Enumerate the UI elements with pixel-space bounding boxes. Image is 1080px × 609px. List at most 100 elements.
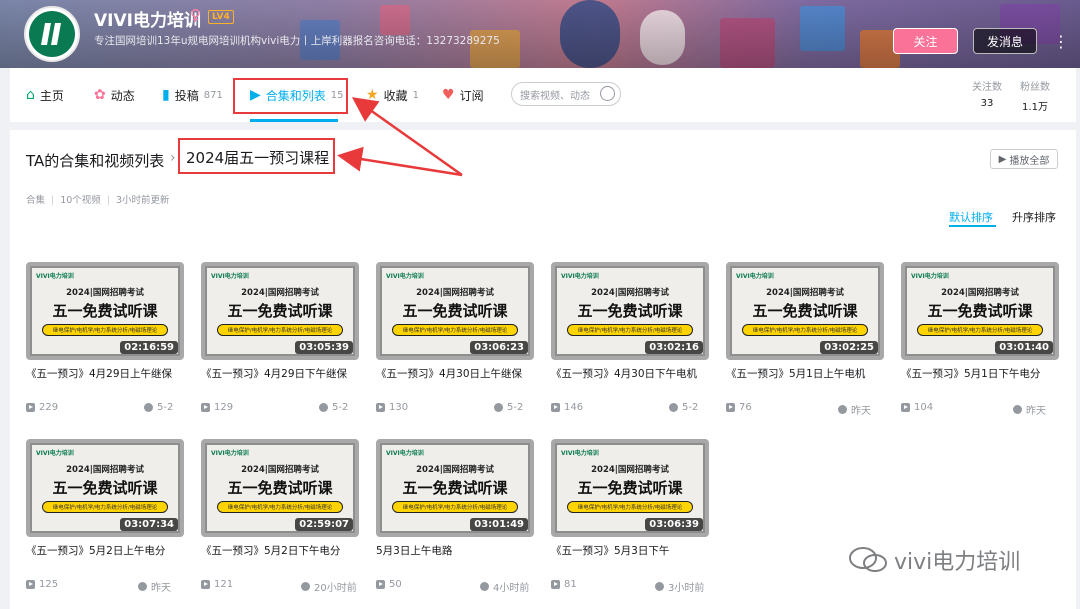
thumbnail-subjects: 继电保护/电机学/电力系统分析/电磁场理论 xyxy=(742,324,868,336)
video-title[interactable]: 《五一预习》5月3日下午 xyxy=(551,543,669,558)
video-thumbnail[interactable]: VIVI电力培训 2024|国网招聘考试 五一免费试听课 继电保护/电机学/电力… xyxy=(376,262,534,360)
send-message-button[interactable]: 发消息 xyxy=(973,28,1037,54)
video-play-count: 130 xyxy=(376,402,408,413)
clock-icon xyxy=(319,403,328,412)
video-date: 昨天 xyxy=(838,402,871,417)
clock-icon xyxy=(301,582,310,591)
video-title[interactable]: 《五一预习》4月29日上午继保 xyxy=(26,366,172,381)
search-placeholder: 搜索视频、动态 xyxy=(520,90,590,102)
thumbnail-subjects: 继电保护/电机学/电力系统分析/电磁场理论 xyxy=(42,501,168,513)
video-play-count: 229 xyxy=(26,402,58,413)
thumbnail-logo: VIVI电力培训 xyxy=(561,450,599,457)
video-thumbnail[interactable]: VIVI电力培训 2024|国网招聘考试 五一免费试听课 继电保护/电机学/电力… xyxy=(901,262,1059,360)
video-thumbnail[interactable]: VIVI电力培训 2024|国网招聘考试 五一免费试听课 继电保护/电机学/电力… xyxy=(26,439,184,537)
video-card[interactable]: VIVI电力培训 2024|国网招聘考试 五一免费试听课 继电保护/电机学/电力… xyxy=(201,262,359,413)
sort-default-button[interactable]: 默认排序 xyxy=(949,209,993,225)
video-title[interactable]: 《五一预习》4月29日下午继保 xyxy=(201,366,347,381)
more-options-icon[interactable]: ⋮ xyxy=(1050,28,1072,54)
video-duration: 03:05:39 xyxy=(295,341,353,354)
breadcrumb-root[interactable]: TA的合集和视频列表 xyxy=(26,150,164,171)
thumbnail-title: 五一免费试听课 xyxy=(402,479,508,497)
tab-label: 投稿 xyxy=(174,88,199,103)
video-title[interactable]: 《五一预习》5月1日上午电机 xyxy=(726,366,865,381)
thumbnail-logo: VIVI电力培训 xyxy=(911,273,949,280)
follow-button[interactable]: 关注 xyxy=(893,28,958,54)
tab-label: 收藏 xyxy=(383,88,408,103)
video-card[interactable]: VIVI电力培训 2024|国网招聘考试 五一免费试听课 继电保护/电机学/电力… xyxy=(201,439,359,594)
wechat-icon xyxy=(848,546,888,574)
video-card[interactable]: VIVI电力培训 2024|国网招聘考试 五一免费试听课 继电保护/电机学/电力… xyxy=(901,262,1059,417)
video-thumbnail[interactable]: VIVI电力培训 2024|国网招聘考试 五一免费试听课 继电保护/电机学/电力… xyxy=(201,439,359,537)
video-title[interactable]: 《五一预习》5月1日下午电分 xyxy=(901,366,1040,381)
search-icon[interactable] xyxy=(600,86,615,101)
following-stat[interactable]: 关注数 33 xyxy=(972,78,1002,109)
video-card[interactable]: VIVI电力培训 2024|国网招聘考试 五一免费试听课 继电保护/电机学/电力… xyxy=(376,262,534,413)
thumbnail-heading: 2024|国网招聘考试 xyxy=(416,288,494,298)
profile-nav: ⌂ 主页 ✿ 动态 ▮ 投稿 871 ▶ 合集和列表 15 ★ 收藏 1 ♥ 订… xyxy=(10,68,1076,122)
video-thumbnail[interactable]: VIVI电力培训 2024|国网招聘考试 五一免费试听课 继电保护/电机学/电力… xyxy=(26,262,184,360)
level-badge: LV4 xyxy=(208,10,234,24)
tab-home[interactable]: ⌂ 主页 xyxy=(26,68,64,122)
thumbnail-title: 五一免费试听课 xyxy=(52,479,158,497)
video-card[interactable]: VIVI电力培训 2024|国网招聘考试 五一免费试听课 继电保护/电机学/电力… xyxy=(551,439,709,594)
play-count-value: 130 xyxy=(389,402,409,413)
video-thumbnail[interactable]: VIVI电力培训 2024|国网招聘考试 五一免费试听课 继电保护/电机学/电力… xyxy=(726,262,884,360)
thumbnail-logo: VIVI电力培训 xyxy=(36,273,74,280)
play-count-icon xyxy=(376,403,385,412)
tab-favorites[interactable]: ★ 收藏 1 xyxy=(366,68,419,122)
tab-uploads[interactable]: ▮ 投稿 871 xyxy=(162,68,223,122)
video-title[interactable]: 《五一预习》5月2日下午电分 xyxy=(201,543,340,558)
play-count-icon xyxy=(26,403,35,412)
thumbnail-title: 五一免费试听课 xyxy=(227,302,333,320)
video-card[interactable]: VIVI电力培训 2024|国网招聘考试 五一免费试听课 继电保护/电机学/电力… xyxy=(26,439,184,594)
play-count-value: 50 xyxy=(389,579,402,590)
play-count-value: 129 xyxy=(214,402,234,413)
username[interactable]: VIVI电力培训 xyxy=(94,6,201,31)
tab-label: 主页 xyxy=(39,88,64,103)
video-card[interactable]: VIVI电力培训 2024|国网招聘考试 五一免费试听课 继电保护/电机学/电力… xyxy=(551,262,709,413)
video-date: 5-2 xyxy=(669,402,698,413)
avatar[interactable] xyxy=(24,6,80,62)
video-date: 3小时前 xyxy=(655,579,704,594)
video-title[interactable]: 《五一预习》5月2日上午电分 xyxy=(26,543,165,558)
video-date-value: 5-2 xyxy=(507,402,524,413)
thumbnail-subjects: 继电保护/电机学/电力系统分析/电磁场理论 xyxy=(217,501,343,513)
profile-banner: VIVI电力培训 ♀ LV4 专注国网培训13年u规电网培训机构vivi电力丨上… xyxy=(0,0,1080,68)
meta-type: 合集 xyxy=(26,195,46,206)
thumbnail-logo: VIVI电力培训 xyxy=(211,450,249,457)
video-thumbnail[interactable]: VIVI电力培训 2024|国网招聘考试 五一免费试听课 继电保护/电机学/电力… xyxy=(376,439,534,537)
video-thumbnail[interactable]: VIVI电力培训 2024|国网招聘考试 五一免费试听课 继电保护/电机学/电力… xyxy=(201,262,359,360)
thumbnail-logo: VIVI电力培训 xyxy=(736,273,774,280)
thumbnail-subjects: 继电保护/电机学/电力系统分析/电磁场理论 xyxy=(567,501,693,513)
thumbnail-subjects: 继电保护/电机学/电力系统分析/电磁场理论 xyxy=(567,324,693,336)
play-all-button[interactable]: ▶ 播放全部 xyxy=(990,149,1058,169)
followers-stat[interactable]: 粉丝数 1.1万 xyxy=(1020,78,1050,113)
tab-activity[interactable]: ✿ 动态 xyxy=(94,68,135,122)
video-card[interactable]: VIVI电力培训 2024|国网招聘考试 五一免费试听课 继电保护/电机学/电力… xyxy=(376,439,534,594)
video-date: 4小时前 xyxy=(480,579,529,594)
activity-icon: ✿ xyxy=(94,87,106,103)
thumbnail-subjects: 继电保护/电机学/电力系统分析/电磁场理论 xyxy=(392,501,518,513)
video-thumbnail[interactable]: VIVI电力培训 2024|国网招聘考试 五一免费试听课 继电保护/电机学/电力… xyxy=(551,262,709,360)
video-thumbnail[interactable]: VIVI电力培训 2024|国网招聘考试 五一免费试听课 继电保护/电机学/电力… xyxy=(551,439,709,537)
video-duration: 03:06:39 xyxy=(645,518,703,531)
thumbnail-heading: 2024|国网招聘考试 xyxy=(241,288,319,298)
thumbnail-subjects: 继电保护/电机学/电力系统分析/电磁场理论 xyxy=(392,324,518,336)
video-title[interactable]: 《五一预习》4月30日上午继保 xyxy=(376,366,522,381)
video-card[interactable]: VIVI电力培训 2024|国网招聘考试 五一免费试听课 继电保护/电机学/电力… xyxy=(726,262,884,417)
video-date-value: 昨天 xyxy=(151,583,171,594)
video-duration: 02:59:07 xyxy=(295,518,353,531)
video-duration: 03:02:25 xyxy=(820,341,878,354)
video-date-value: 20小时前 xyxy=(314,583,357,594)
search-input[interactable]: 搜索视频、动态 xyxy=(511,82,621,106)
tab-subscriptions[interactable]: ♥ 订阅 xyxy=(442,68,484,122)
collection-meta: 合集 | 10个视频 | 3小时前更新 xyxy=(26,195,170,206)
sort-ascending-button[interactable]: 升序排序 xyxy=(1012,209,1056,225)
video-play-count: 129 xyxy=(201,402,233,413)
thumbnail-logo: VIVI电力培训 xyxy=(211,273,249,280)
video-title[interactable]: 《五一预习》4月30日下午电机 xyxy=(551,366,697,381)
thumbnail-heading: 2024|国网招聘考试 xyxy=(241,465,319,475)
thumbnail-logo: VIVI电力培训 xyxy=(561,273,599,280)
video-card[interactable]: VIVI电力培训 2024|国网招聘考试 五一免费试听课 继电保护/电机学/电力… xyxy=(26,262,184,413)
video-title[interactable]: 5月3日上午电路 xyxy=(376,543,452,558)
